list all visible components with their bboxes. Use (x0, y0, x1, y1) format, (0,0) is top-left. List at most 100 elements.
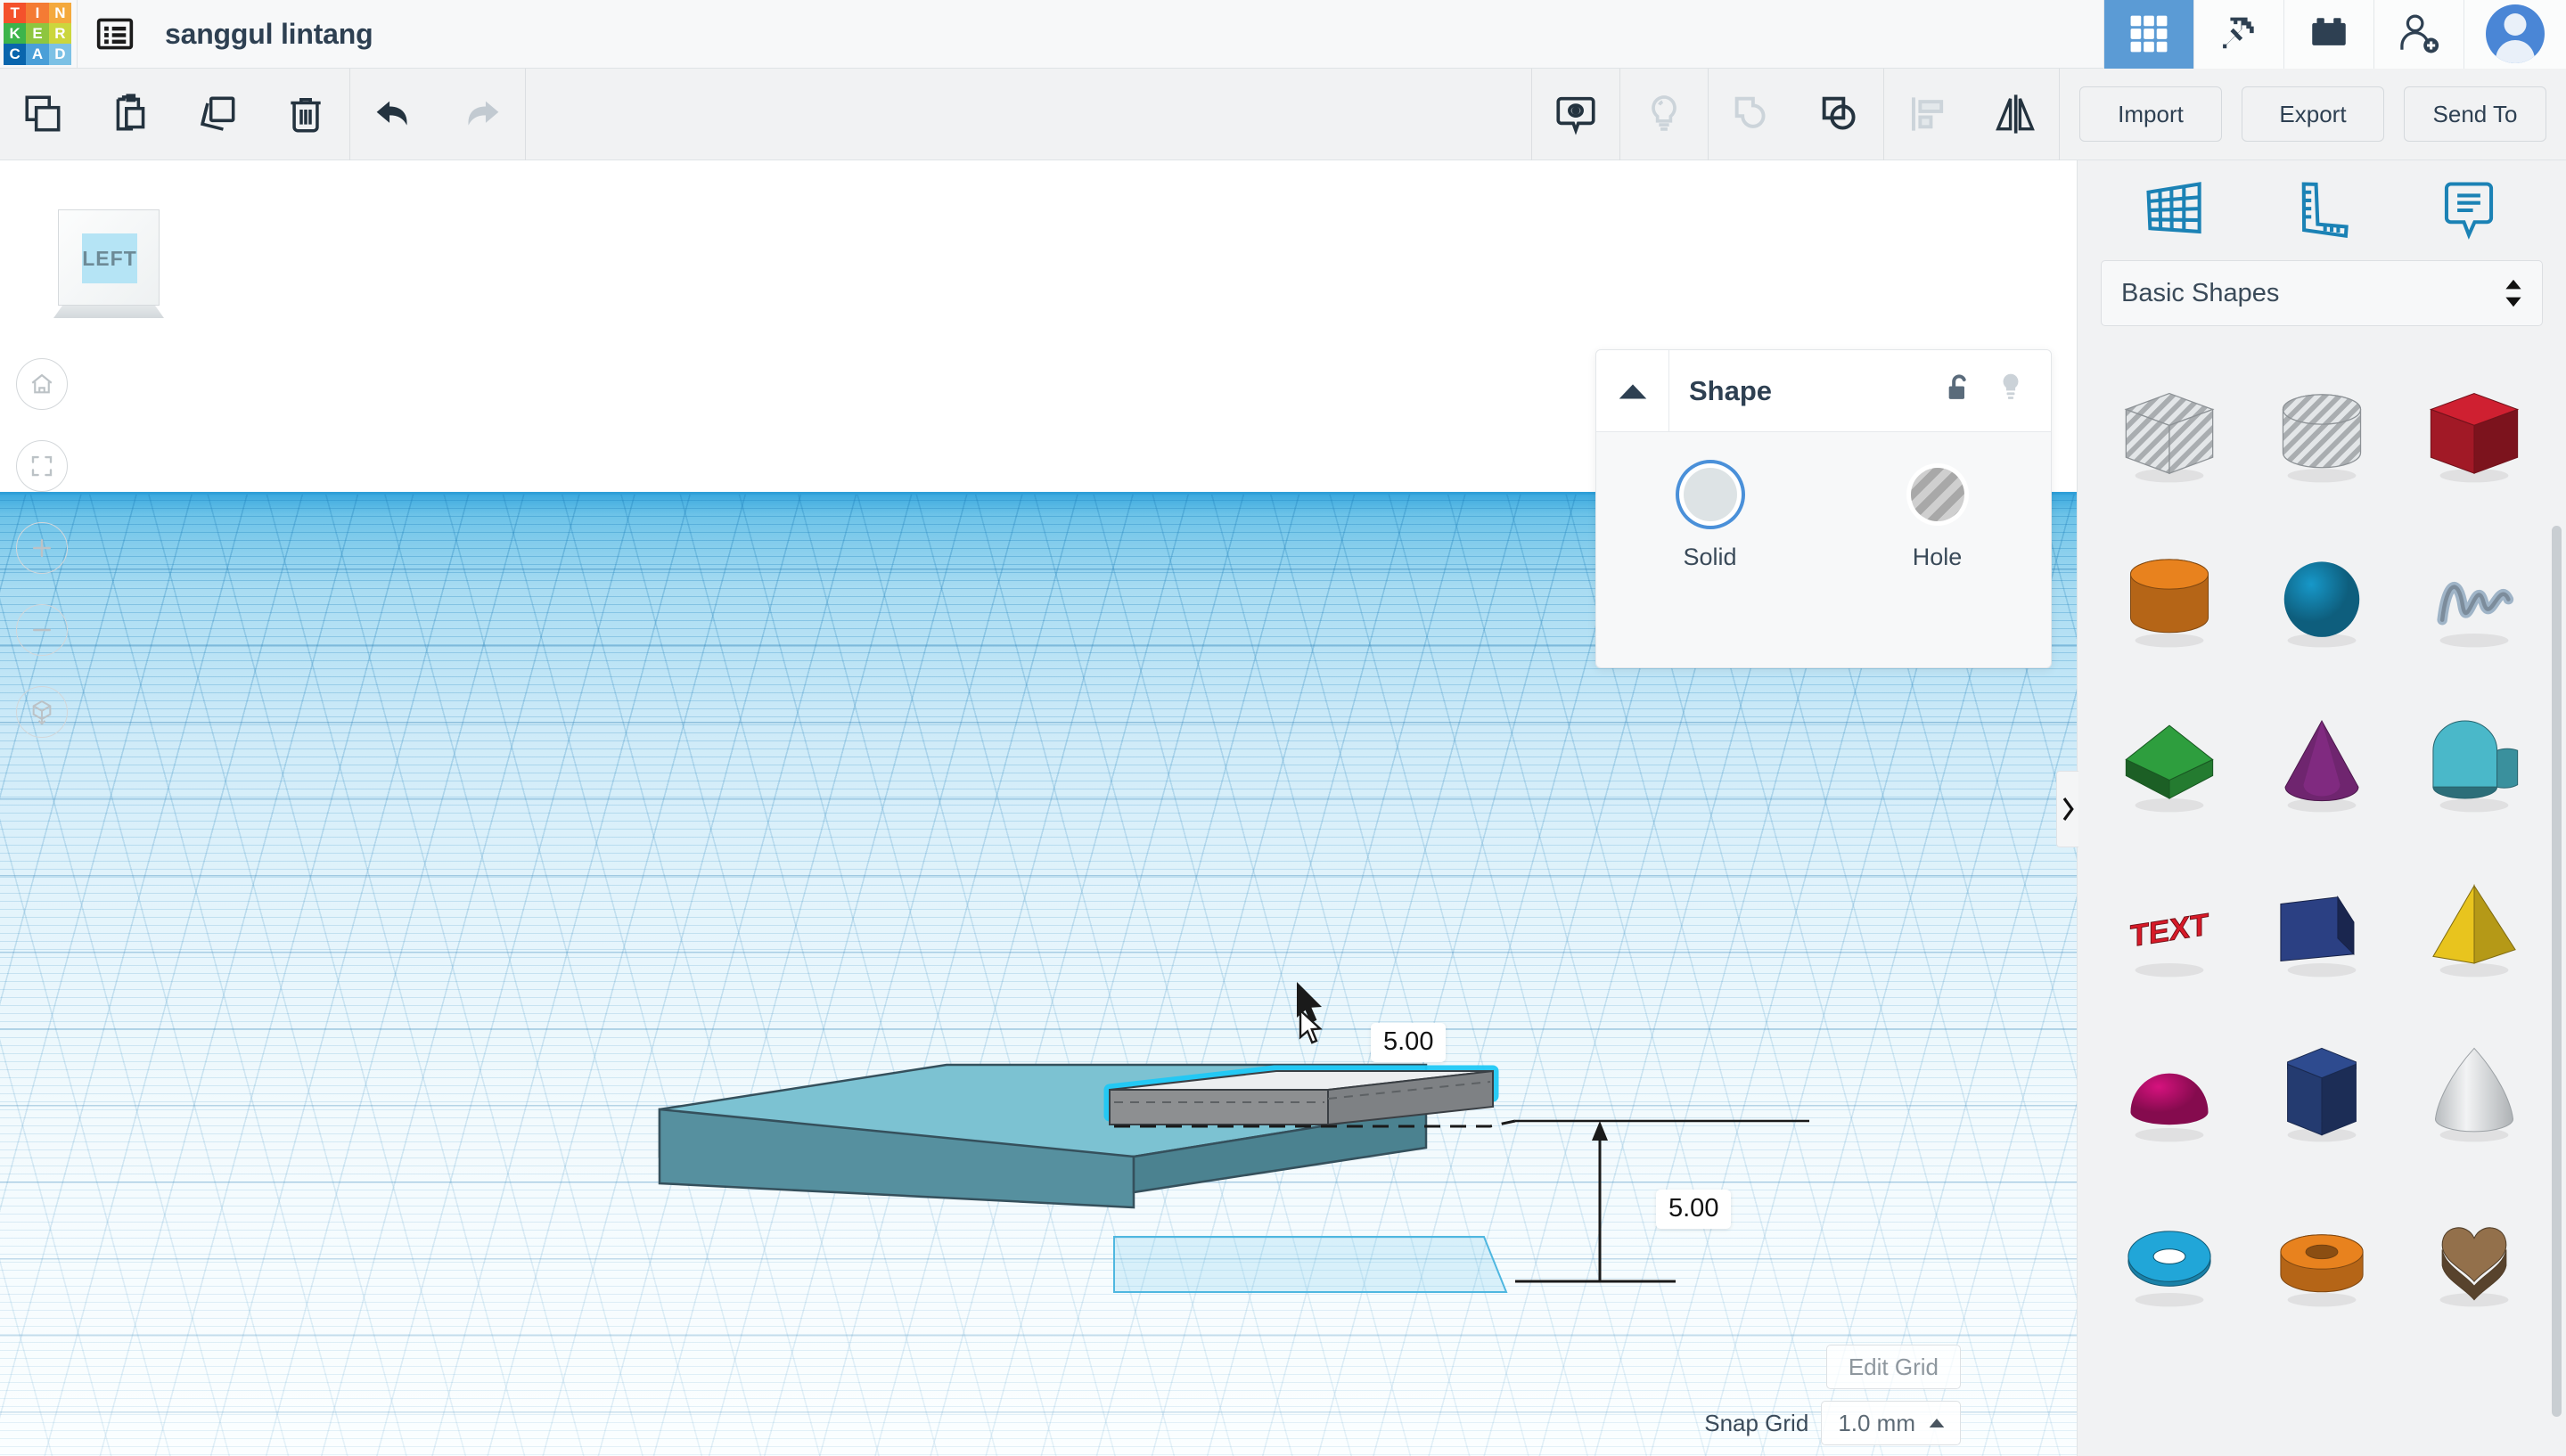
unlock-icon[interactable] (1944, 371, 1974, 411)
avatar (2486, 4, 2545, 63)
chevron-right-icon[interactable] (2056, 771, 2078, 847)
undo-icon[interactable] (350, 69, 438, 160)
zoom-in-icon[interactable] (16, 522, 68, 574)
shape-heart[interactable] (2398, 1175, 2550, 1340)
dimension-label-top[interactable]: 5.00 (1371, 1023, 1447, 1062)
solid-option[interactable]: Solid (1596, 468, 1824, 571)
shape-cone[interactable] (2246, 681, 2398, 846)
logo-tile-n: N (48, 2, 71, 23)
logo-tile-i: I (26, 2, 49, 23)
shape-roof[interactable] (2094, 681, 2246, 846)
triangle-up-icon[interactable] (1596, 350, 1669, 432)
export-button[interactable]: Export (2242, 86, 2384, 142)
top-bar: TINKERCAD sanggul lintang (0, 0, 2566, 69)
shape-scribble[interactable] (2398, 516, 2550, 681)
view-cube-base (53, 306, 164, 318)
shape-hemisphere[interactable] (2094, 1010, 2246, 1175)
design-canvas[interactable]: 5.00 5.00 LEFT Edit Grid Snap Grid 1.0 m… (0, 160, 2077, 1456)
main-toolbar: Import Export Send To (0, 68, 2566, 160)
logo-tile-e: E (26, 22, 49, 45)
stepper-arrows-icon (2505, 279, 2522, 307)
hole-option[interactable]: Hole (1824, 468, 2051, 571)
note-icon[interactable] (1532, 69, 1619, 160)
shape-polygon[interactable] (2246, 1010, 2398, 1175)
group-icon[interactable] (1709, 69, 1796, 160)
shape-cylinder[interactable] (2094, 516, 2246, 681)
sidebar-tabs (2078, 160, 2566, 260)
paste-icon[interactable] (87, 69, 175, 160)
user-avatar[interactable] (2464, 0, 2566, 69)
shapes-grid: TEXT (2078, 351, 2566, 1340)
zoom-out-icon[interactable] (16, 604, 68, 656)
shape-box[interactable] (2398, 351, 2550, 516)
shape-half-cylinder[interactable] (2398, 681, 2550, 846)
tab-notes[interactable] (2415, 170, 2522, 250)
logo-tile-c: C (4, 44, 27, 65)
add-person-icon[interactable] (2373, 0, 2464, 69)
copy-icon[interactable] (0, 69, 87, 160)
solid-swatch (1683, 468, 1737, 521)
fit-all-icon[interactable] (16, 440, 68, 492)
import-button[interactable]: Import (2079, 86, 2222, 142)
hole-label: Hole (1912, 544, 1963, 570)
sidebar-scrollbar[interactable] (2552, 526, 2562, 1417)
shape-pyramid[interactable] (2398, 846, 2550, 1010)
shape-panel-body: Solid Hole (1596, 432, 2051, 571)
svg-text:TEXT: TEXT (2130, 907, 2209, 953)
file-actions: Import Export Send To (2060, 69, 2566, 160)
shape-category-label: Basic Shapes (2121, 278, 2280, 307)
shape-torus[interactable] (2094, 1175, 2246, 1340)
duplicate-icon[interactable] (175, 69, 262, 160)
snap-grid-value: 1.0 mm (1838, 1409, 1915, 1436)
tab-ruler[interactable] (2268, 170, 2375, 250)
mouse-cursor (1297, 982, 1323, 1044)
logo-tile-k: K (4, 22, 27, 45)
lightbulb-icon[interactable] (1620, 69, 1708, 160)
delete-icon[interactable] (262, 69, 349, 160)
shape-properties-panel[interactable]: Shape Solid Hole (1595, 349, 2052, 668)
shape-sphere[interactable] (2246, 516, 2398, 681)
snap-grid-select[interactable]: 1.0 mm (1821, 1401, 1961, 1445)
shape-tube[interactable] (2246, 1175, 2398, 1340)
orthographic-toggle-icon[interactable] (16, 686, 68, 738)
list-menu-icon[interactable] (78, 0, 152, 69)
send-to-button[interactable]: Send To (2404, 86, 2546, 142)
shape-wedge[interactable] (2246, 846, 2398, 1010)
mirror-icon[interactable] (1972, 69, 2059, 160)
snap-grid-label: Snap Grid (1704, 1409, 1809, 1436)
top-bar-right-tools (2103, 0, 2566, 69)
hole-swatch (1910, 468, 1964, 521)
view-cube-label: LEFT (82, 233, 137, 283)
shapes-sidebar: Basic Shapes TEXT (2077, 160, 2566, 1456)
canvas-nav-buttons (16, 358, 68, 768)
tinkercad-logo[interactable]: TINKERCAD (0, 0, 77, 69)
view-cube-face: LEFT (58, 209, 160, 306)
shape-box-hole[interactable] (2094, 351, 2246, 516)
edit-grid-button[interactable]: Edit Grid (1825, 1345, 1961, 1389)
solid-label: Solid (1683, 544, 1737, 570)
lightbulb-icon[interactable] (1996, 370, 2026, 412)
shape-cylinder-hole[interactable] (2246, 351, 2398, 516)
shape-panel-header: Shape (1596, 350, 2051, 432)
shape-text[interactable]: TEXT (2094, 846, 2246, 1010)
redo-icon[interactable] (438, 69, 525, 160)
logo-tile-t: T (4, 2, 27, 23)
toolbar-divider-2 (525, 68, 526, 160)
pickaxe-icon[interactable] (2193, 0, 2283, 69)
view-cube[interactable]: LEFT (53, 209, 164, 325)
dimension-label-height[interactable]: 5.00 (1656, 1190, 1732, 1229)
home-view-icon[interactable] (16, 358, 68, 410)
shape-category-select[interactable]: Basic Shapes (2101, 260, 2543, 326)
align-icon[interactable] (1884, 69, 1972, 160)
shape-panel-actions (1944, 370, 2026, 412)
blocks-grid-icon[interactable] (2103, 0, 2193, 69)
ungroup-icon[interactable] (1796, 69, 1883, 160)
tab-shapes-grid[interactable] (2121, 170, 2228, 250)
caret-up-icon (1929, 1419, 1945, 1427)
lego-brick-icon[interactable] (2283, 0, 2373, 69)
snap-grid-control: Snap Grid 1.0 mm (1704, 1401, 1961, 1445)
logo-tile-a: A (26, 44, 49, 65)
document-title[interactable]: sanggul lintang (165, 18, 373, 51)
shape-paraboloid[interactable] (2398, 1010, 2550, 1175)
logo-tile-r: R (48, 22, 71, 45)
